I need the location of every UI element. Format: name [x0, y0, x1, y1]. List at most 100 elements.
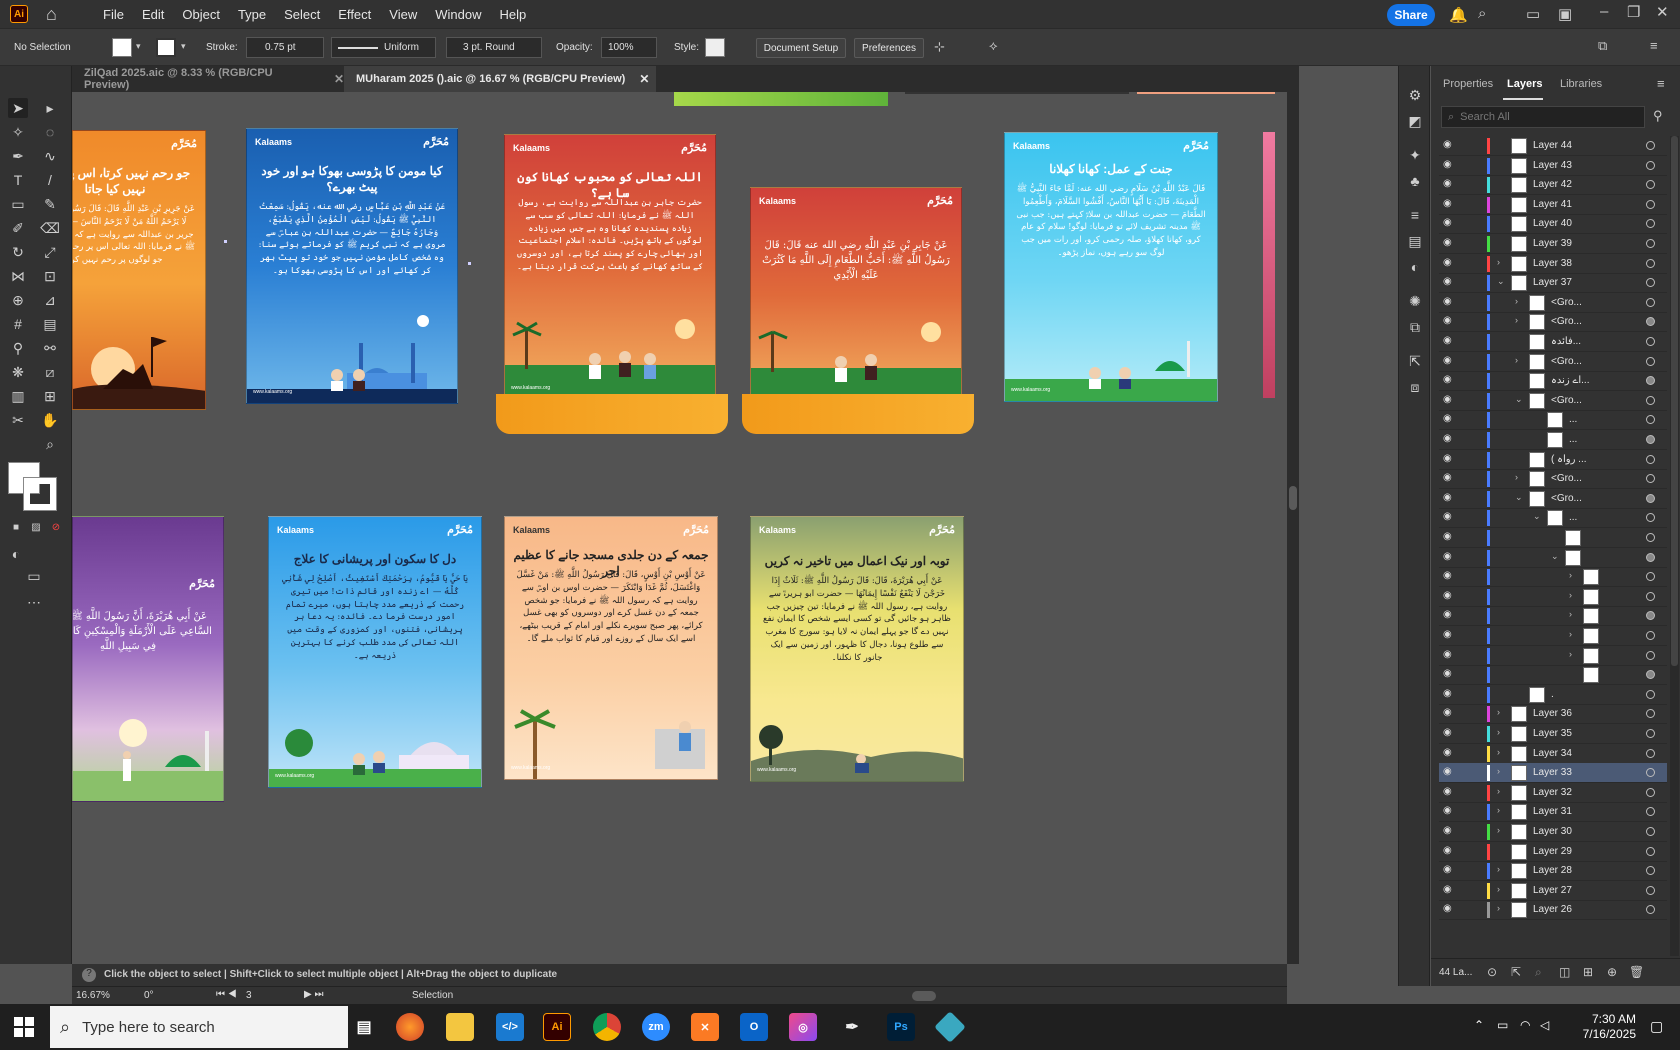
visibility-eye-icon[interactable]: ◉	[1443, 805, 1457, 816]
layer-row[interactable]: ◉ › Layer 26	[1439, 900, 1667, 921]
target-circle-icon[interactable]	[1646, 846, 1655, 856]
layers-search-input[interactable]: ⌕ Search All	[1441, 106, 1645, 128]
share-button[interactable]: Share	[1387, 4, 1435, 26]
target-circle-icon[interactable]	[1646, 807, 1655, 817]
layer-row[interactable]: ◉...	[1439, 410, 1667, 431]
target-circle-icon[interactable]	[1646, 337, 1655, 346]
chevron-right-icon[interactable]: ›	[1569, 609, 1572, 619]
target-circle-icon[interactable]	[1646, 689, 1655, 699]
visibility-eye-icon[interactable]: ◉	[1443, 257, 1457, 268]
visibility-eye-icon[interactable]: ◉	[1443, 590, 1457, 601]
taskbar-search-input[interactable]: ⌕ Type here to search	[50, 1006, 348, 1048]
chevron-right-icon[interactable]: ›	[1569, 570, 1572, 580]
visibility-eye-icon[interactable]: ◉	[1443, 649, 1457, 660]
layer-row[interactable]: ◉ ›	[1439, 606, 1667, 627]
chrome-icon[interactable]	[593, 1013, 621, 1041]
visibility-eye-icon[interactable]: ◉	[1443, 845, 1457, 856]
new-sublayer-icon[interactable]: ⊞	[1583, 965, 1593, 979]
chevron-right-icon[interactable]: ›	[1569, 649, 1572, 659]
visibility-eye-icon[interactable]: ◉	[1443, 276, 1457, 287]
delete-layer-icon[interactable]: 🗑	[1629, 965, 1644, 979]
layer-row[interactable]: ◉ Layer 41	[1439, 195, 1667, 215]
visibility-eye-icon[interactable]: ◉	[1443, 727, 1457, 738]
chevron-right-icon[interactable]: ›	[1497, 786, 1500, 796]
layer-row[interactable]: ◉ › <Gro...	[1439, 293, 1667, 313]
blend-tool-icon[interactable]: ⚯	[40, 338, 60, 358]
layer-row[interactable]: ◉ Layer 40	[1439, 214, 1667, 235]
layer-row[interactable]: ◉ ›	[1439, 567, 1667, 588]
target-circle-icon[interactable]	[1646, 258, 1655, 268]
target-circle-icon[interactable]	[1646, 552, 1655, 562]
target-circle-icon[interactable]	[1646, 533, 1655, 542]
visibility-eye-icon[interactable]: ◉	[1443, 766, 1457, 777]
eraser-tool-icon[interactable]: ⌫	[40, 218, 60, 238]
visibility-eye-icon[interactable]: ◉	[1443, 903, 1457, 914]
target-circle-icon[interactable]	[1646, 180, 1655, 190]
chevron-down-icon[interactable]: ⌄	[1497, 276, 1505, 287]
magic-wand-tool-icon[interactable]: ✧	[8, 122, 28, 142]
fill-swatch[interactable]	[112, 38, 132, 57]
bell-icon[interactable]: 🔔	[1449, 6, 1468, 24]
volume-icon[interactable]: ◁	[1540, 1018, 1549, 1032]
layer-row[interactable]: ◉.	[1439, 685, 1667, 705]
transparency-icon[interactable]: ◐	[1406, 258, 1424, 276]
git-icon[interactable]	[934, 1011, 966, 1043]
wifi-icon[interactable]: ◠	[1520, 1018, 1530, 1032]
target-circle-icon[interactable]	[1646, 239, 1655, 248]
layer-row[interactable]: ◉ ⌄	[1439, 548, 1667, 568]
transform-icon[interactable]: ⧉	[1406, 318, 1424, 336]
target-circle-icon[interactable]	[1646, 591, 1655, 601]
tab-layers[interactable]: Layers	[1507, 78, 1542, 90]
zoom-icon[interactable]: zm	[642, 1013, 670, 1041]
panel-menu-icon[interactable]: ≡	[1657, 76, 1665, 91]
layer-row[interactable]: ◉ ›	[1439, 626, 1667, 646]
chevron-right-icon[interactable]: ›	[1569, 629, 1572, 639]
stroke-swatch[interactable]	[156, 38, 176, 57]
target-circle-icon[interactable]	[1646, 415, 1655, 425]
close-window-icon[interactable]: ✕	[1656, 3, 1669, 21]
layer-row[interactable]: ◉ › Layer 38	[1439, 254, 1667, 274]
visibility-eye-icon[interactable]: ◉	[1443, 629, 1457, 640]
selection-tool-icon[interactable]: ➤	[8, 98, 28, 118]
visibility-eye-icon[interactable]: ◉	[1443, 217, 1457, 228]
zoom-level[interactable]: 16.67%	[76, 990, 110, 1001]
visibility-eye-icon[interactable]: ◉	[1443, 825, 1457, 836]
layer-row[interactable]: ◉ ⌄...	[1439, 508, 1667, 529]
layer-row[interactable]: ◉ ⌄ Layer 37	[1439, 273, 1667, 294]
chevron-down-icon[interactable]: ⌄	[1515, 394, 1523, 405]
align-icon[interactable]: ⊹	[934, 39, 945, 55]
color-mode-icon[interactable]: ■	[6, 518, 26, 538]
chevron-right-icon[interactable]: ›	[1515, 296, 1518, 306]
layer-row[interactable]: ◉ فائدہ...	[1439, 332, 1667, 352]
task-view-icon[interactable]: ▤	[350, 1013, 378, 1041]
direct-selection-tool-icon[interactable]: ▸	[40, 98, 60, 118]
target-circle-icon[interactable]	[1646, 297, 1655, 307]
target-circle-icon[interactable]	[1646, 435, 1655, 444]
layer-row[interactable]: ◉ ( رواہ ...	[1439, 450, 1667, 470]
paintbrush-tool-icon[interactable]: ✎	[40, 194, 60, 214]
chevron-right-icon[interactable]: ›	[1497, 864, 1500, 874]
chevron-down-icon[interactable]: ▾	[181, 41, 186, 52]
stroke-weight-field[interactable]: 0.75 pt	[246, 37, 324, 58]
layers-scrollbar[interactable]	[1670, 136, 1679, 956]
target-circle-icon[interactable]	[1646, 631, 1655, 640]
filter-icon[interactable]: ⚲	[1653, 108, 1663, 124]
menu-object[interactable]: Object	[173, 7, 229, 22]
close-tab-icon[interactable]: ✕	[334, 72, 344, 86]
visibility-eye-icon[interactable]: ◉	[1443, 413, 1457, 424]
visibility-eye-icon[interactable]: ◉	[1443, 159, 1457, 170]
visibility-eye-icon[interactable]: ◉	[1443, 707, 1457, 718]
menu-effect[interactable]: Effect	[329, 7, 380, 22]
chevron-right-icon[interactable]: ›	[1497, 903, 1500, 913]
tab-properties[interactable]: Properties	[1443, 78, 1493, 90]
artboard-blue[interactable]: Kalaams مُحَرَّم کیا مومن کا پڑوسی بھوکا…	[246, 128, 458, 404]
layer-row[interactable]: ◉ ⌄ <Gro...	[1439, 489, 1667, 509]
layer-row[interactable]: ◉ › Layer 28	[1439, 861, 1667, 882]
illustrator-icon[interactable]: Ai	[543, 1013, 571, 1041]
curvature-tool-icon[interactable]: ∿	[40, 146, 60, 166]
target-circle-icon[interactable]	[1646, 199, 1655, 209]
chevron-right-icon[interactable]: ›	[1497, 884, 1500, 894]
eyedropper-tool-icon[interactable]: ⚲	[8, 338, 28, 358]
brush-select[interactable]: 3 pt. Round	[446, 37, 542, 58]
gradient-tool-icon[interactable]: ▤	[40, 314, 60, 334]
